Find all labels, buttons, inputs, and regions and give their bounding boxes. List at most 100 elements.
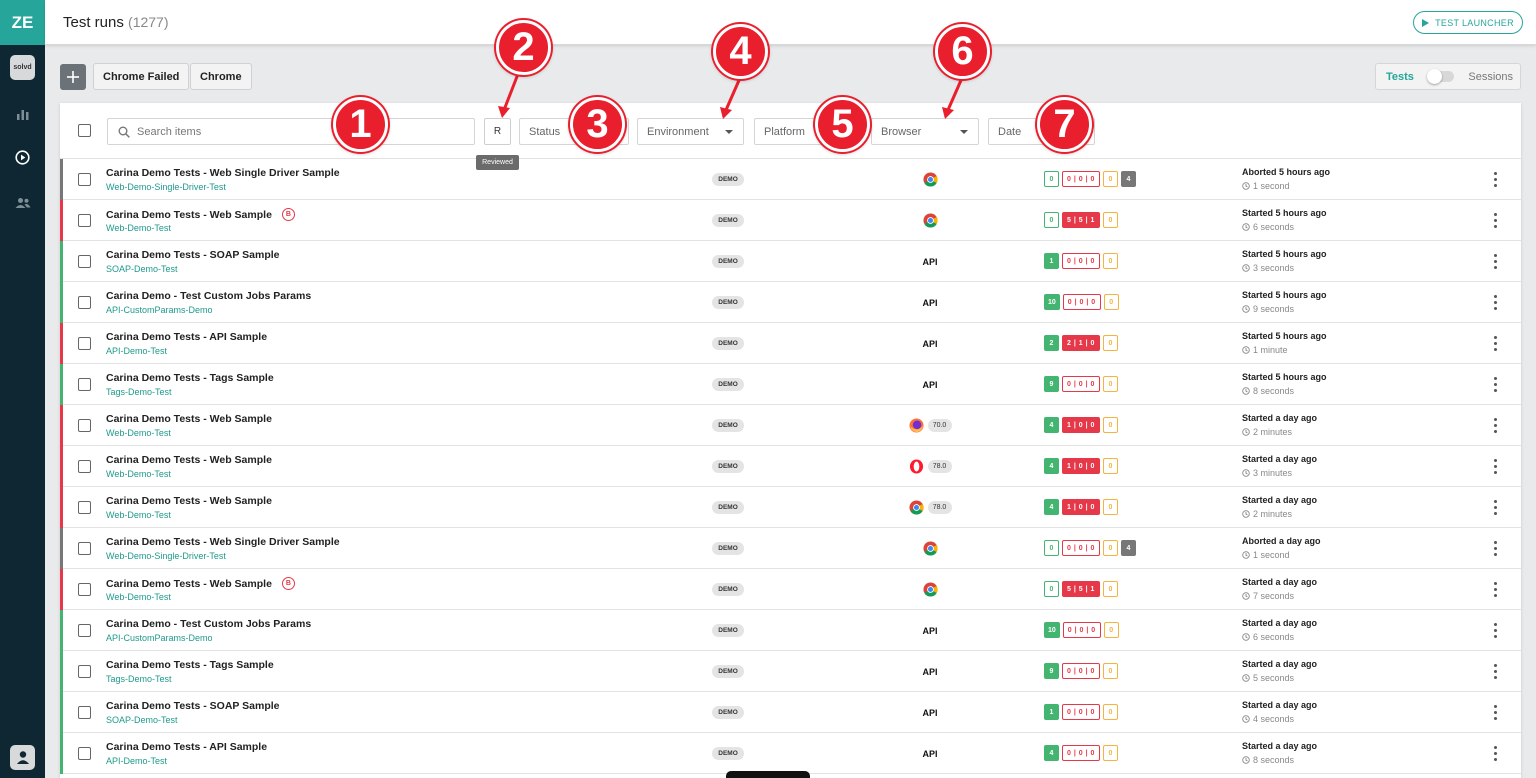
run-name-text[interactable]: Carina Demo Tests - Web Sample	[106, 578, 272, 590]
run-name[interactable]: Carina Demo Tests - API Sample	[106, 331, 267, 343]
run-name[interactable]: Carina Demo - Test Custom Jobs Params	[106, 290, 311, 302]
test-launcher-button[interactable]: TEST LAUNCHER	[1413, 11, 1523, 34]
row-checkbox[interactable]	[78, 747, 91, 760]
bug-icon[interactable]: B	[281, 577, 295, 590]
user-profile-icon[interactable]	[10, 745, 35, 770]
job-link[interactable]: Web-Demo-Test	[106, 469, 171, 479]
test-run-row[interactable]: Carina Demo Tests - Tags Sample Tags-Dem…	[60, 651, 1521, 692]
search-field[interactable]	[107, 118, 475, 145]
job-link[interactable]: SOAP-Demo-Test	[106, 715, 178, 725]
row-checkbox[interactable]	[78, 542, 91, 555]
job-link[interactable]: Web-Demo-Single-Driver-Test	[106, 551, 226, 561]
select-all-checkbox[interactable]	[78, 124, 91, 137]
run-name[interactable]: Carina Demo Tests - Web Sample	[106, 495, 272, 507]
row-checkbox[interactable]	[78, 378, 91, 391]
run-name-text[interactable]: Carina Demo Tests - API Sample	[106, 741, 267, 753]
add-view-button[interactable]	[60, 64, 86, 90]
row-checkbox[interactable]	[78, 337, 91, 350]
dashboard-chart-icon[interactable]	[12, 103, 33, 124]
row-menu-kebab-icon[interactable]	[1490, 622, 1500, 639]
test-run-row[interactable]: Carina Demo Tests - Web Sample Web-Demo-…	[60, 487, 1521, 528]
switch-knob[interactable]	[1427, 69, 1442, 84]
row-menu-kebab-icon[interactable]	[1490, 458, 1500, 475]
row-menu-kebab-icon[interactable]	[1490, 540, 1500, 557]
tests-toggle-label[interactable]: Tests	[1386, 71, 1414, 83]
run-name-text[interactable]: Carina Demo - Test Custom Jobs Params	[106, 618, 311, 630]
run-name-text[interactable]: Carina Demo Tests - Web Sample	[106, 495, 272, 507]
test-run-row[interactable]: Carina Demo Tests - Web Single Driver Sa…	[60, 159, 1521, 200]
row-menu-kebab-icon[interactable]	[1490, 499, 1500, 516]
row-menu-kebab-icon[interactable]	[1490, 663, 1500, 680]
job-link[interactable]: Web-Demo-Test	[106, 592, 171, 602]
run-name-text[interactable]: Carina Demo Tests - Web Sample	[106, 454, 272, 466]
test-run-row[interactable]: Carina Demo Tests - Web Single Driver Sa…	[60, 528, 1521, 569]
job-link[interactable]: Web-Demo-Test	[106, 510, 171, 520]
saved-filter-chrome[interactable]: Chrome	[190, 63, 252, 90]
test-run-row[interactable]: Carina Demo Tests - Web Sample B Web-Dem…	[60, 569, 1521, 610]
run-name[interactable]: Carina Demo Tests - Web Single Driver Sa…	[106, 536, 340, 548]
row-menu-kebab-icon[interactable]	[1490, 335, 1500, 352]
run-name-text[interactable]: Carina Demo Tests - Web Sample	[106, 209, 272, 221]
job-link[interactable]: Web-Demo-Test	[106, 428, 171, 438]
job-link[interactable]: Web-Demo-Test	[106, 223, 171, 233]
test-run-row[interactable]: Carina Demo Tests - SOAP Sample SOAP-Dem…	[60, 692, 1521, 733]
test-runs-play-icon[interactable]	[12, 147, 33, 168]
row-menu-kebab-icon[interactable]	[1490, 745, 1500, 762]
row-menu-kebab-icon[interactable]	[1490, 376, 1500, 393]
row-checkbox[interactable]	[78, 296, 91, 309]
job-link[interactable]: Web-Demo-Single-Driver-Test	[106, 182, 226, 192]
row-checkbox[interactable]	[78, 460, 91, 473]
run-name[interactable]: Carina Demo Tests - Web Sample	[106, 454, 272, 466]
row-menu-kebab-icon[interactable]	[1490, 581, 1500, 598]
run-name[interactable]: Carina Demo Tests - Web Sample B	[106, 577, 295, 590]
job-link[interactable]: API-CustomParams-Demo	[106, 633, 213, 643]
row-menu-kebab-icon[interactable]	[1490, 212, 1500, 229]
run-name[interactable]: Carina Demo Tests - Web Single Driver Sa…	[106, 167, 340, 179]
test-run-row[interactable]: Carina Demo Tests - Tags Sample Tags-Dem…	[60, 364, 1521, 405]
run-name[interactable]: Carina Demo - Test Custom Jobs Params	[106, 618, 311, 630]
job-link[interactable]: API-CustomParams-Demo	[106, 305, 213, 315]
job-link[interactable]: Tags-Demo-Test	[106, 674, 172, 684]
test-run-row[interactable]: Carina Demo - Test Custom Jobs Params AP…	[60, 610, 1521, 651]
sessions-toggle-label[interactable]: Sessions	[1468, 71, 1513, 83]
run-name-text[interactable]: Carina Demo Tests - Web Sample	[106, 413, 272, 425]
run-name-text[interactable]: Carina Demo Tests - SOAP Sample	[106, 700, 280, 712]
row-checkbox[interactable]	[78, 173, 91, 186]
row-menu-kebab-icon[interactable]	[1490, 417, 1500, 434]
users-icon[interactable]	[12, 192, 33, 213]
run-name[interactable]: Carina Demo Tests - Tags Sample	[106, 659, 274, 671]
job-link[interactable]: SOAP-Demo-Test	[106, 264, 178, 274]
row-menu-kebab-icon[interactable]	[1490, 253, 1500, 270]
test-run-row[interactable]: Carina Demo Tests - Web Sample B Web-Dem…	[60, 200, 1521, 241]
saved-filter-chrome-failed[interactable]: Chrome Failed	[93, 63, 190, 90]
run-name[interactable]: Carina Demo Tests - Tags Sample	[106, 372, 274, 384]
search-input[interactable]	[137, 125, 437, 138]
row-checkbox[interactable]	[78, 665, 91, 678]
reviewed-filter-button[interactable]: R	[484, 118, 511, 145]
run-name[interactable]: Carina Demo Tests - Web Sample B	[106, 208, 295, 221]
app-logo[interactable]: ZE	[0, 0, 45, 45]
run-name-text[interactable]: Carina Demo Tests - Web Single Driver Sa…	[106, 536, 340, 548]
row-checkbox[interactable]	[78, 255, 91, 268]
view-switch[interactable]	[1427, 69, 1454, 84]
bug-icon[interactable]: B	[281, 208, 295, 221]
run-name[interactable]: Carina Demo Tests - SOAP Sample	[106, 249, 280, 261]
job-link[interactable]: API-Demo-Test	[106, 756, 167, 766]
row-checkbox[interactable]	[78, 706, 91, 719]
run-name-text[interactable]: Carina Demo - Test Custom Jobs Params	[106, 290, 311, 302]
row-menu-kebab-icon[interactable]	[1490, 704, 1500, 721]
run-name[interactable]: Carina Demo Tests - Web Sample	[106, 413, 272, 425]
test-run-row[interactable]: Carina Demo - Test Custom Jobs Params AP…	[60, 282, 1521, 323]
run-name-text[interactable]: Carina Demo Tests - Tags Sample	[106, 372, 274, 384]
run-name-text[interactable]: Carina Demo Tests - API Sample	[106, 331, 267, 343]
tests-sessions-toggle[interactable]: Tests Sessions	[1375, 63, 1521, 90]
run-name[interactable]: Carina Demo Tests - SOAP Sample	[106, 700, 280, 712]
test-run-row[interactable]: Carina Demo Tests - Web Sample Web-Demo-…	[60, 446, 1521, 487]
test-run-row[interactable]: Carina Demo Tests - Web Sample Web-Demo-…	[60, 405, 1521, 446]
row-checkbox[interactable]	[78, 583, 91, 596]
job-link[interactable]: API-Demo-Test	[106, 346, 167, 356]
row-checkbox[interactable]	[78, 214, 91, 227]
run-name-text[interactable]: Carina Demo Tests - SOAP Sample	[106, 249, 280, 261]
row-checkbox[interactable]	[78, 419, 91, 432]
row-checkbox[interactable]	[78, 501, 91, 514]
